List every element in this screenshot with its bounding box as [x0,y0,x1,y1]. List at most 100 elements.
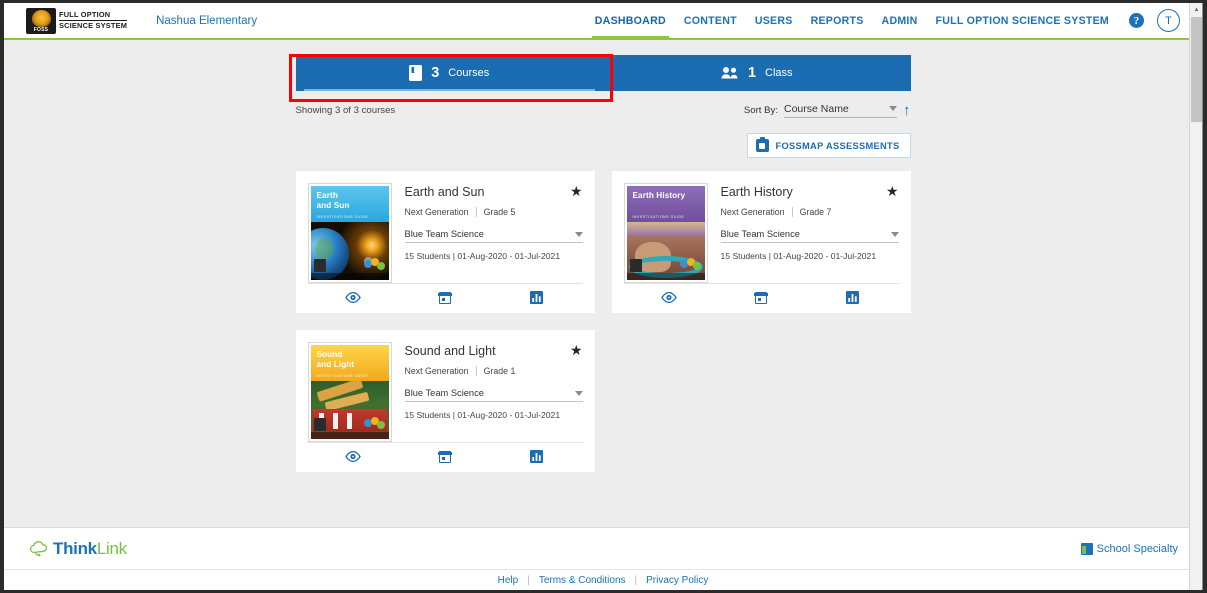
school-specialty-text: School Specialty [1096,542,1178,555]
foss-logo-wordmark: FULL OPTION SCIENCE SYSTEM [59,8,128,34]
summary-divider: | [452,410,455,420]
nav-item-reports[interactable]: REPORTS [802,3,873,39]
tab-courses-count: 3 [431,65,440,81]
course-card[interactable]: Earth and Sun INVESTIGATIONS GUIDE Earth… [295,171,595,313]
nav-item-content[interactable]: CONTENT [675,3,746,39]
main-content: 3 Courses 1 Class Showing 3 of 3 courses… [4,40,1202,506]
nav-item-dashboard[interactable]: DASHBOARD [586,3,675,39]
course-standard: Next Generation [404,366,469,376]
cover-dots-icon [363,257,386,272]
sort-by-select[interactable]: Course Name [784,103,897,118]
course-card[interactable]: Sound and Light INVESTIGATIONS GUIDE Sou… [295,330,595,472]
scrollbar-thumb[interactable] [1191,17,1202,122]
cover-subtitle-text: INVESTIGATIONS GUIDE [316,214,369,219]
view-course-button[interactable] [624,291,716,304]
course-info: Sound and Light ★ Next Generation Grade … [404,342,583,442]
tab-class[interactable]: 1 Class [603,55,911,91]
app-header: FOSS FULL OPTION SCIENCE SYSTEM Nashua E… [4,3,1202,40]
meta-divider [791,207,793,217]
course-meta: Next Generation Grade 7 [721,207,899,217]
cover-publisher-logo-icon [313,258,326,272]
class-select-value: Blue Team Science [404,229,484,239]
tab-class-label: Class [765,67,793,79]
footer-link-privacy[interactable]: Privacy Policy [637,575,717,586]
cover-publisher-logo-icon [629,258,642,272]
cover-dots-icon [363,416,386,431]
course-date-range: 01-Aug-2020 - 01-Jul-2021 [457,410,561,420]
cover-publisher-logo-icon [313,417,326,431]
course-cover-image: Earth and Sun INVESTIGATIONS GUIDE [307,183,392,283]
school-specialty-logo: School Specialty [1080,542,1178,555]
course-card-actions [307,283,583,313]
meta-divider [475,366,477,376]
nav-item-full-option-science-system[interactable]: FULL OPTION SCIENCE SYSTEM [927,3,1118,39]
favorite-star-icon[interactable]: ★ [570,184,583,198]
course-report-button[interactable] [491,291,583,304]
eye-icon [345,451,362,462]
calendar-icon [438,450,452,463]
avatar[interactable]: T [1157,9,1180,32]
foss-sun-logo-icon: FOSS [26,7,56,34]
tab-courses[interactable]: 3 Courses [295,55,603,91]
course-grade: Grade 1 [483,366,516,376]
cloud-icon [28,540,50,557]
dashboard-column: 3 Courses 1 Class Showing 3 of 3 courses… [295,40,911,506]
course-card-body: Earth History INVESTIGATIONS GUIDE Earth… [623,183,899,283]
list-toolbar: Showing 3 of 3 courses Sort By: Course N… [296,97,911,123]
course-report-button[interactable] [807,291,899,304]
nav-item-users[interactable]: USERS [746,3,802,39]
foss-logo[interactable]: FOSS FULL OPTION SCIENCE SYSTEM [26,7,128,34]
footer-brand-row: ThinkLink School Specialty [4,528,1202,570]
cover-subtitle-text: INVESTIGATIONS GUIDE [632,214,685,219]
course-calendar-button[interactable] [399,450,491,463]
page-scrollbar[interactable]: ▲ [1189,3,1202,590]
nav-item-admin[interactable]: ADMIN [873,3,927,39]
course-card[interactable]: Earth History INVESTIGATIONS GUIDE Earth… [611,171,911,313]
course-calendar-button[interactable] [715,291,807,304]
showing-count-text: Showing 3 of 3 courses [295,104,396,116]
tab-class-count: 1 [747,65,757,81]
fossmap-assessments-button[interactable]: FOSSMAP ASSESSMENTS [746,133,911,158]
sort-by-value: Course Name [784,102,849,115]
footer-links: Help | Terms & Conditions | Privacy Poli… [4,570,1202,590]
view-course-button[interactable] [308,291,400,304]
chevron-down-icon [890,231,899,237]
course-standard: Next Generation [404,207,469,217]
footer-link-help[interactable]: Help [489,575,528,586]
thinklink-logo: ThinkLink [28,539,127,559]
course-title: Sound and Light [404,344,496,358]
dashboard-tabs: 3 Courses 1 Class [295,55,911,91]
course-enrollment-summary: 15 Students | 01-Aug-2020 - 01-Jul-2021 [405,410,583,420]
school-specialty-mark-icon [1080,542,1093,555]
school-name-link[interactable]: Nashua Elementary [156,15,257,27]
favorite-star-icon[interactable]: ★ [886,184,899,198]
footer-link-terms[interactable]: Terms & Conditions [530,575,635,586]
class-select[interactable]: Blue Team Science [720,229,899,243]
course-student-count: 15 Students [404,251,451,261]
page-footer: ThinkLink School Specialty Help | Terms … [4,527,1202,590]
course-student-count: 15 Students [720,251,767,261]
course-report-button[interactable] [491,450,583,463]
thinklink-wordmark: ThinkLink [53,539,127,559]
course-card-body: Earth and Sun INVESTIGATIONS GUIDE Earth… [307,183,583,283]
chevron-down-icon [574,231,583,237]
course-cover-image: Earth History INVESTIGATIONS GUIDE [623,183,708,283]
help-icon[interactable]: ? [1129,13,1144,28]
course-meta: Next Generation Grade 1 [405,366,583,376]
sort-direction-ascending-icon[interactable]: ↑ [903,103,911,118]
course-grade: Grade 5 [483,207,516,217]
summary-divider: | [768,251,771,261]
course-enrollment-summary: 15 Students | 01-Aug-2020 - 01-Jul-2021 [721,251,899,261]
class-select[interactable]: Blue Team Science [404,229,583,243]
course-calendar-button[interactable] [399,291,491,304]
eye-icon [345,292,362,303]
browser-viewport: FOSS FULL OPTION SCIENCE SYSTEM Nashua E… [4,3,1203,590]
view-course-button[interactable] [308,450,400,463]
class-select[interactable]: Blue Team Science [404,388,583,402]
scroll-up-arrow-icon[interactable]: ▲ [1190,3,1202,16]
course-student-count: 15 Students [404,410,451,420]
class-select-value: Blue Team Science [404,388,484,398]
assessment-badge-icon [755,137,769,152]
fossmap-assessments-label: FOSSMAP ASSESSMENTS [775,140,900,151]
favorite-star-icon[interactable]: ★ [570,343,583,357]
